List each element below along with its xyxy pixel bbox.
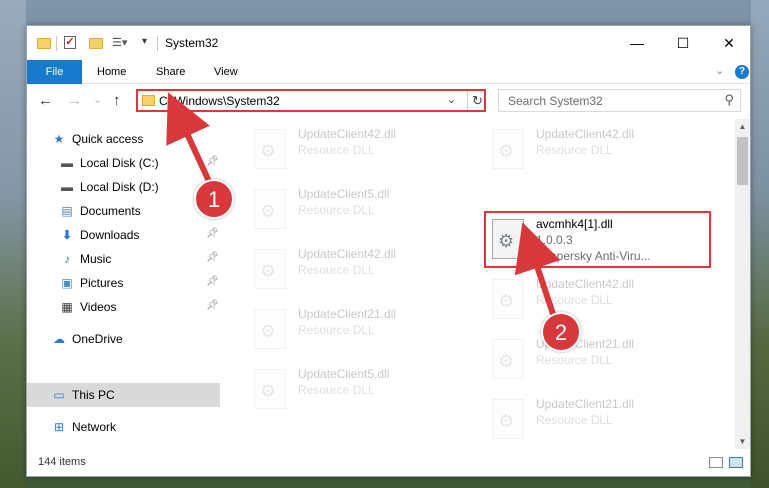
arrow-to-dll-file xyxy=(514,222,561,321)
step-1-badge: 1 xyxy=(194,179,234,219)
annotation-arrows xyxy=(166,92,561,321)
step-2-badge: 2 xyxy=(541,312,581,352)
arrow-to-address-bar xyxy=(166,92,216,192)
